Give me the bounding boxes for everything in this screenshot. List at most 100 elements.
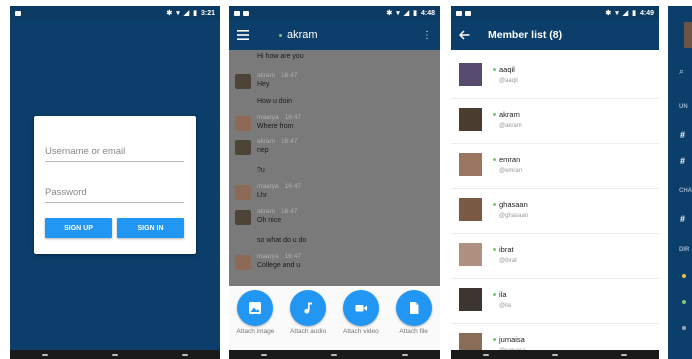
attach-label: Attach audio	[290, 328, 327, 335]
online-status-icon	[279, 33, 282, 37]
message-time: 16:47	[284, 183, 301, 190]
attach-file-button[interactable]: Attach file	[390, 290, 438, 350]
battery-icon: ▮	[413, 10, 417, 17]
member-row[interactable]: ibrat @ibrat	[451, 234, 659, 279]
username-field[interactable]: Username or email	[45, 146, 184, 162]
home-nav-icon[interactable]	[331, 353, 338, 356]
status-time: 4:48	[420, 9, 435, 17]
wifi-icon: ▾	[396, 10, 400, 17]
avatar	[235, 210, 251, 225]
attach-label: Attach image	[236, 328, 275, 335]
battery-icon: ▮	[193, 10, 197, 17]
bluetooth-icon: ✱	[386, 10, 393, 17]
chat-app-bar: akram ⋮	[229, 20, 440, 50]
home-nav-icon[interactable]	[112, 353, 118, 356]
member-name: ghasaan	[499, 200, 528, 209]
message-text: ?u	[257, 167, 265, 174]
member-row[interactable]: ghasaan @ghasaan	[451, 189, 659, 234]
overflow-menu-icon[interactable]: ⋮	[422, 30, 432, 41]
status-bar: ✱ ▾ ◢ ▮ 3:21	[10, 6, 220, 20]
recents-nav-icon[interactable]	[401, 353, 408, 356]
chat-message: Hi how are you	[229, 50, 440, 71]
message-time: 16:47	[284, 253, 301, 260]
chat-message: How u doin	[229, 92, 440, 113]
image-icon	[249, 302, 262, 314]
member-row[interactable]: aaqil @aaqil	[451, 54, 659, 99]
signal-icon: ◢	[403, 10, 410, 17]
drawer-screen: ⌕ UN # # CHA # DIR	[668, 6, 692, 359]
member-name: ibrat	[499, 245, 514, 254]
back-nav-icon[interactable]	[261, 353, 268, 356]
online-status-icon	[493, 68, 496, 71]
attach-video-button[interactable]: Attach video	[337, 290, 385, 350]
message-text: Hey	[257, 81, 270, 88]
notification-icon	[234, 10, 240, 16]
bluetooth-icon: ✱	[166, 10, 173, 17]
message-user: akram	[257, 138, 276, 145]
back-nav-icon[interactable]	[482, 353, 489, 356]
notification-icon	[465, 10, 471, 16]
message-user: maarya	[257, 183, 279, 190]
channel-hash-icon[interactable]: #	[680, 156, 685, 166]
video-camera-icon	[355, 305, 367, 312]
system-nav-bar	[229, 350, 440, 359]
recents-nav-icon[interactable]	[182, 353, 188, 356]
chat-message: akram 16:47 Hey	[229, 71, 440, 92]
message-text: How u doin	[257, 98, 293, 105]
direct-section-label: DIR	[679, 247, 690, 253]
avatar	[235, 140, 251, 155]
search-icon[interactable]: ⌕	[679, 66, 684, 77]
channel-hash-icon[interactable]: #	[680, 214, 685, 224]
menu-icon[interactable]	[237, 30, 249, 40]
avatar	[459, 243, 482, 266]
member-list-screen: ✱ ▾ ◢ ▮ 4:49 Member list (8) aaqil @aaqi…	[451, 6, 659, 359]
notification-icon	[243, 10, 249, 16]
status-time: 4:49	[639, 9, 654, 17]
sign-up-button[interactable]: SIGN UP	[45, 218, 112, 238]
chat-message: maarya 16:47 Lhr	[229, 182, 440, 203]
chat-message: so what do u do	[229, 231, 440, 252]
system-nav-bar	[10, 350, 220, 359]
member-handle: @ghasaan	[499, 213, 529, 219]
notification-icon	[456, 10, 462, 16]
message-time: 16:47	[281, 138, 298, 145]
chat-message: akram 16:47 Oh nice	[229, 207, 440, 228]
recents-nav-icon[interactable]	[621, 353, 628, 356]
member-name: emran	[499, 155, 521, 164]
battery-icon: ▮	[632, 10, 636, 17]
member-row[interactable]: akram @akram	[451, 99, 659, 144]
status-bar: ✱ ▾ ◢ ▮ 4:49	[451, 6, 659, 20]
message-text: nep	[257, 147, 269, 154]
member-row[interactable]: ila @ila	[451, 279, 659, 324]
sign-in-button[interactable]: SIGN IN	[117, 218, 184, 238]
avatar	[684, 22, 692, 48]
signal-icon: ◢	[183, 10, 190, 17]
back-nav-icon[interactable]	[42, 353, 48, 356]
message-user: maarya	[257, 114, 279, 121]
member-row[interactable]: emran @emran	[451, 144, 659, 189]
channel-hash-icon[interactable]: #	[680, 130, 685, 140]
message-user: akram	[257, 72, 276, 79]
members-app-bar: Member list (8)	[451, 20, 659, 50]
channels-section-label: CHA	[679, 188, 692, 194]
avatar	[459, 153, 482, 176]
avatar	[459, 63, 482, 86]
back-arrow-icon[interactable]	[459, 30, 470, 40]
attach-image-button[interactable]: Attach image	[231, 290, 279, 350]
system-nav-bar	[451, 350, 659, 359]
online-status-icon	[493, 338, 496, 341]
login-screen: ✱ ▾ ◢ ▮ 3:21 Username or email Password …	[10, 6, 220, 359]
avatar	[235, 116, 251, 131]
member-handle: @ibrat	[499, 258, 517, 264]
home-nav-icon[interactable]	[551, 353, 558, 356]
avatar	[459, 198, 482, 221]
member-name: akram	[499, 110, 520, 119]
attach-audio-button[interactable]: Attach audio	[284, 290, 332, 350]
music-note-icon	[304, 302, 313, 314]
online-status-icon	[493, 293, 496, 296]
password-field[interactable]: Password	[45, 187, 184, 203]
page-title: Member list (8)	[488, 29, 563, 41]
message-text: Where from	[257, 123, 294, 130]
attachment-sheet: Attach image Attach audio Attach video A…	[229, 286, 440, 350]
chat-message: maarya 16:47 College and u	[229, 252, 440, 273]
